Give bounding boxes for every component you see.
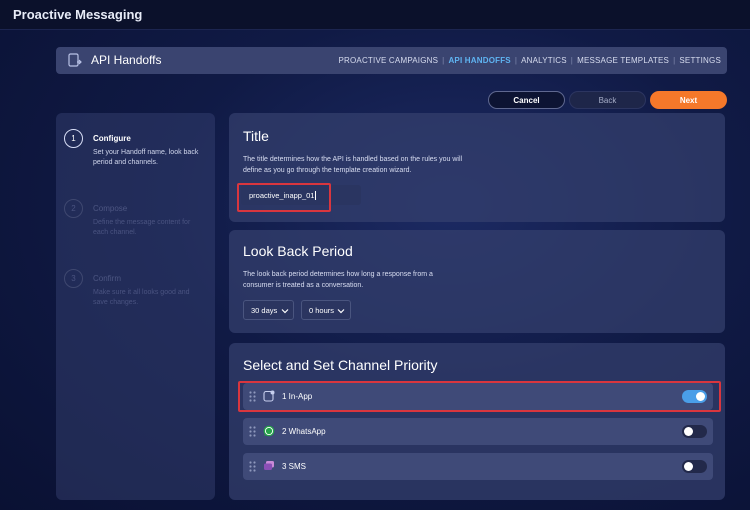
title-heading: Title: [243, 128, 269, 144]
channel-label: 2 WhatsApp: [282, 427, 326, 436]
cancel-button[interactable]: Cancel: [488, 91, 565, 109]
sms-toggle[interactable]: [682, 460, 707, 473]
highlight-box-title: [237, 183, 331, 212]
nav-separator: |: [673, 56, 676, 65]
wizard-stepper: 1 Configure Set your Handoff name, look …: [56, 113, 215, 500]
api-handoff-icon: [68, 53, 82, 67]
next-button[interactable]: Next: [650, 91, 727, 109]
toggle-knob: [684, 462, 693, 471]
look-back-heading: Look Back Period: [243, 243, 353, 259]
channel-row-sms[interactable]: 3 SMS: [243, 453, 713, 480]
nav-analytics[interactable]: ANALYTICS: [521, 56, 567, 65]
chevron-down-icon: [281, 309, 289, 314]
back-button[interactable]: Back: [569, 91, 646, 109]
nav-proactive-campaigns[interactable]: PROACTIVE CAMPAIGNS: [338, 56, 438, 65]
chevron-down-icon: [337, 309, 345, 314]
whatsapp-toggle[interactable]: [682, 425, 707, 438]
nav-api-handoffs[interactable]: API HANDOFFS: [448, 56, 510, 65]
step-title: Configure: [93, 134, 131, 143]
step-title: Confirm: [93, 274, 122, 283]
nav-message-templates[interactable]: MESSAGE TEMPLATES: [577, 56, 669, 65]
top-nav: PROACTIVE CAMPAIGNS | API HANDOFFS | ANA…: [338, 56, 721, 65]
channel-label: 3 SMS: [282, 462, 307, 471]
step-description: Make sure it all looks good and save cha…: [93, 289, 190, 306]
nav-separator: |: [442, 56, 445, 65]
days-select[interactable]: 30 days: [243, 300, 294, 320]
nav-settings[interactable]: SETTINGS: [679, 56, 721, 65]
header-bar: API Handoffs PROACTIVE CAMPAIGNS | API H…: [56, 47, 727, 74]
days-value: 30 days: [251, 305, 278, 315]
drag-handle-icon[interactable]: [249, 461, 256, 472]
page-title: API Handoffs: [91, 53, 162, 67]
toggle-knob: [684, 427, 693, 436]
hours-value: 0 hours: [309, 305, 335, 315]
title-description: The title determines how the API is hand…: [243, 156, 463, 174]
hours-select[interactable]: 0 hours: [301, 300, 351, 320]
step-description: Define the message content for each chan…: [93, 219, 191, 236]
step-number: 2: [64, 199, 83, 218]
nav-separator: |: [514, 56, 518, 65]
step-title: Compose: [93, 204, 128, 213]
sms-icon: [264, 461, 274, 470]
step-description: Set your Handoff name, look back period …: [93, 149, 199, 166]
whatsapp-icon: [263, 425, 275, 437]
channel-priority-heading: Select and Set Channel Priority: [243, 357, 438, 373]
drag-handle-icon[interactable]: [249, 426, 256, 437]
highlight-box-in-app: [238, 381, 721, 412]
look-back-description: The look back period determines how long…: [243, 271, 433, 289]
channel-row-whatsapp[interactable]: 2 WhatsApp: [243, 418, 713, 445]
step-number: 3: [64, 269, 83, 288]
top-bar: Proactive Messaging: [0, 0, 750, 30]
app-title: Proactive Messaging: [13, 7, 143, 22]
nav-separator: |: [570, 56, 574, 65]
step-number: 1: [64, 129, 83, 148]
